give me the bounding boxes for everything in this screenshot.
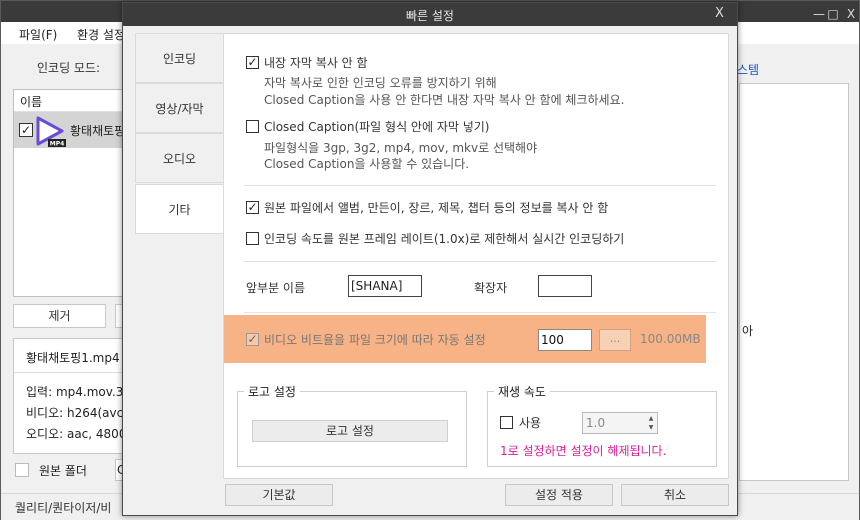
realtime-encoding-checkbox[interactable] — [246, 232, 259, 245]
remove-button[interactable]: 제거 — [13, 304, 106, 328]
playback-speed-group: 재생 속도 사용 1.0 ▲ ▼ 1로 설정하면 설정이 해제됩니다. — [487, 383, 717, 467]
realtime-encoding-label[interactable]: 인코딩 속도를 원본 프레임 레이트(1.0x)로 제한해서 실시간 인코딩하기 — [264, 230, 624, 247]
extension-label: 확장자 — [474, 281, 508, 295]
mp4-badge: MP4 — [50, 141, 65, 148]
apply-settings-button[interactable]: 설정 적용 — [505, 484, 613, 506]
spin-down-icon[interactable]: ▼ — [645, 423, 657, 432]
logo-settings-group-title: 로고 설정 — [244, 383, 300, 400]
mp4-play-icon: MP4 — [36, 116, 66, 148]
dialog-titlebar[interactable]: 빠른 설정 X — [123, 3, 737, 26]
dialog-close-button[interactable]: X — [715, 6, 724, 21]
right-panel-text: 아 — [742, 324, 754, 338]
tab-misc[interactable]: 기타 — [135, 184, 224, 234]
auto-bitrate-checkbox[interactable]: ✓ — [246, 333, 259, 346]
source-folder-label: 원본 폴더 — [39, 464, 87, 478]
file-list-header-name[interactable]: 이름 — [14, 90, 126, 112]
file-size-browse-button[interactable]: ... — [599, 329, 631, 351]
closed-caption-checkbox[interactable] — [246, 120, 259, 133]
tab-encoding[interactable]: 인코딩 — [135, 33, 224, 83]
auto-bitrate-row: ✓ 비디오 비트율을 파일 크기에 따라 자동 설정 100 ... 100.0… — [224, 315, 706, 363]
file-size-readout: 100.00MB — [640, 332, 701, 346]
closed-caption-hint: 파일형식을 3gp, 3g2, mp4, mov, mkv로 선택해야 — [264, 141, 538, 155]
file-row-checkbox[interactable]: ✓ — [19, 123, 33, 137]
file-row-name: 황태채토핑1.mp4 — [70, 124, 126, 138]
dialog-title: 빠른 설정 — [406, 9, 454, 23]
menu-settings[interactable]: 환경 설정 — [77, 26, 125, 43]
default-button[interactable]: 기본값 — [225, 484, 333, 506]
info-input: 입력: mp4.mov.3gp — [26, 385, 126, 399]
divider — [244, 261, 716, 262]
tab-audio[interactable]: 오디오 — [135, 133, 224, 183]
prefix-name-input[interactable]: [SHANA] — [348, 275, 422, 297]
no-copy-subtitle-hint: 자막 복사로 인한 인코딩 오류를 방지하기 위해 — [264, 76, 497, 90]
cancel-button[interactable]: 취소 — [621, 484, 729, 506]
menu-file[interactable]: 파일(F) — [19, 26, 57, 43]
file-info-panel: 황태채토핑1.mp4 입력: mp4.mov.3gp 비디오: h264(avc… — [13, 338, 127, 454]
quick-settings-dialog: 빠른 설정 X 인코딩 영상/자막 오디오 기타 ✓ 내장 자막 복사 안 함 … — [122, 2, 738, 516]
no-metadata-checkbox[interactable]: ✓ — [246, 201, 259, 214]
playback-speed-spinbox[interactable]: 1.0 ▲ ▼ — [582, 412, 658, 434]
no-copy-subtitle-checkbox[interactable]: ✓ — [246, 56, 259, 69]
logo-settings-group: 로고 설정 로고 설정 — [237, 383, 467, 467]
no-copy-subtitle-hint: Closed Caption을 사용 안 한다면 내장 자막 복사 안 함에 체… — [264, 93, 625, 107]
file-list: 이름 ✓ MP4 황태채토핑1.mp4 — [13, 89, 127, 297]
status-text: 퀄리티/퀀타이저/비 — [15, 501, 112, 515]
system-link[interactable]: 스템 — [737, 61, 759, 78]
playback-speed-checkbox[interactable] — [500, 416, 513, 429]
divider — [244, 185, 716, 186]
playback-speed-note: 1로 설정하면 설정이 해제됩니다. — [500, 444, 667, 458]
divider — [244, 312, 716, 313]
no-copy-subtitle-label[interactable]: 내장 자막 복사 안 함 — [264, 54, 368, 71]
closed-caption-label[interactable]: Closed Caption(파일 형식 안에 자막 넣기) — [264, 118, 489, 135]
playback-speed-group-title: 재생 속도 — [494, 383, 550, 400]
playback-speed-use-label[interactable]: 사용 — [519, 414, 541, 431]
right-panel: 아 — [739, 83, 849, 481]
info-video: 비디오: h264(avc1) — [26, 406, 127, 420]
info-audio: 오디오: aac, 48000 — [26, 427, 127, 441]
extension-input[interactable] — [538, 275, 592, 297]
playback-speed-value: 1.0 — [586, 416, 606, 430]
encoding-mode-label: 인코딩 모드: — [37, 61, 101, 75]
tab-content-misc: ✓ 내장 자막 복사 안 함 자막 복사로 인한 인코딩 오류를 방지하기 위해… — [223, 33, 729, 479]
no-metadata-label[interactable]: 원본 파일에서 앨범, 만든이, 장르, 제목, 챕터 등의 정보를 복사 안 … — [264, 199, 608, 216]
info-file-name: 황태채토핑1.mp4 — [26, 351, 120, 365]
file-size-input[interactable]: 100 — [538, 329, 592, 351]
prefix-name-label: 앞부분 이름 — [246, 281, 306, 295]
spin-up-icon[interactable]: ▲ — [645, 414, 657, 423]
info-divider — [14, 372, 126, 373]
auto-bitrate-label[interactable]: 비디오 비트율을 파일 크기에 따라 자동 설정 — [264, 331, 486, 348]
file-list-row[interactable]: ✓ MP4 황태채토핑1.mp4 — [14, 112, 126, 148]
source-folder-checkbox[interactable] — [15, 463, 29, 477]
closed-caption-hint: Closed Caption을 사용할 수 있습니다. — [264, 157, 470, 171]
tab-video-subtitle[interactable]: 영상/자막 — [135, 83, 224, 133]
logo-settings-button[interactable]: 로고 설정 — [252, 420, 448, 442]
